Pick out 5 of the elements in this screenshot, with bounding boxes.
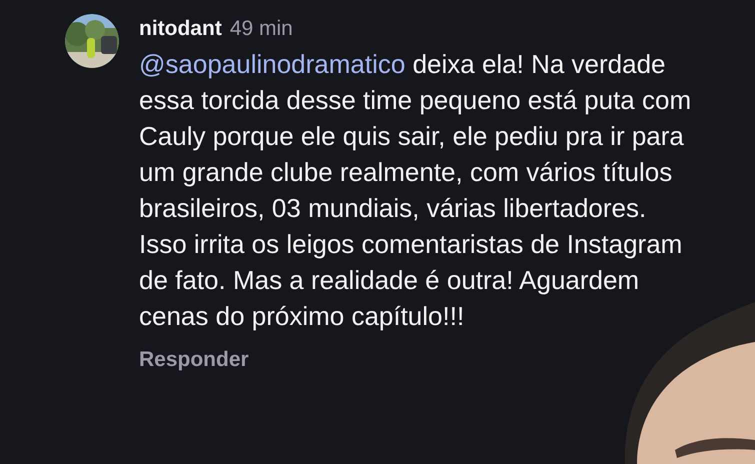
comment-time: 49 min: [230, 16, 293, 42]
username[interactable]: nitodant: [139, 14, 222, 44]
comment-text: @saopaulinodramatico deixa ela! Na verdade essa torcida desse time pequeno está puta com Cauly porque ele quis sair, ele pediu pra ir para um grande clube realmente, com vários títulos brasileiros, 03 mundiais, várias libertadores. Isso irrita os leigos comentaristas de Instagram de fato. Mas a realidade é outra! Aguardem cenas do próximo capítulo!!!: [139, 48, 692, 333]
mention-link[interactable]: @saopaulinodramatico: [139, 49, 406, 79]
reply-link[interactable]: Responder: [139, 344, 249, 376]
